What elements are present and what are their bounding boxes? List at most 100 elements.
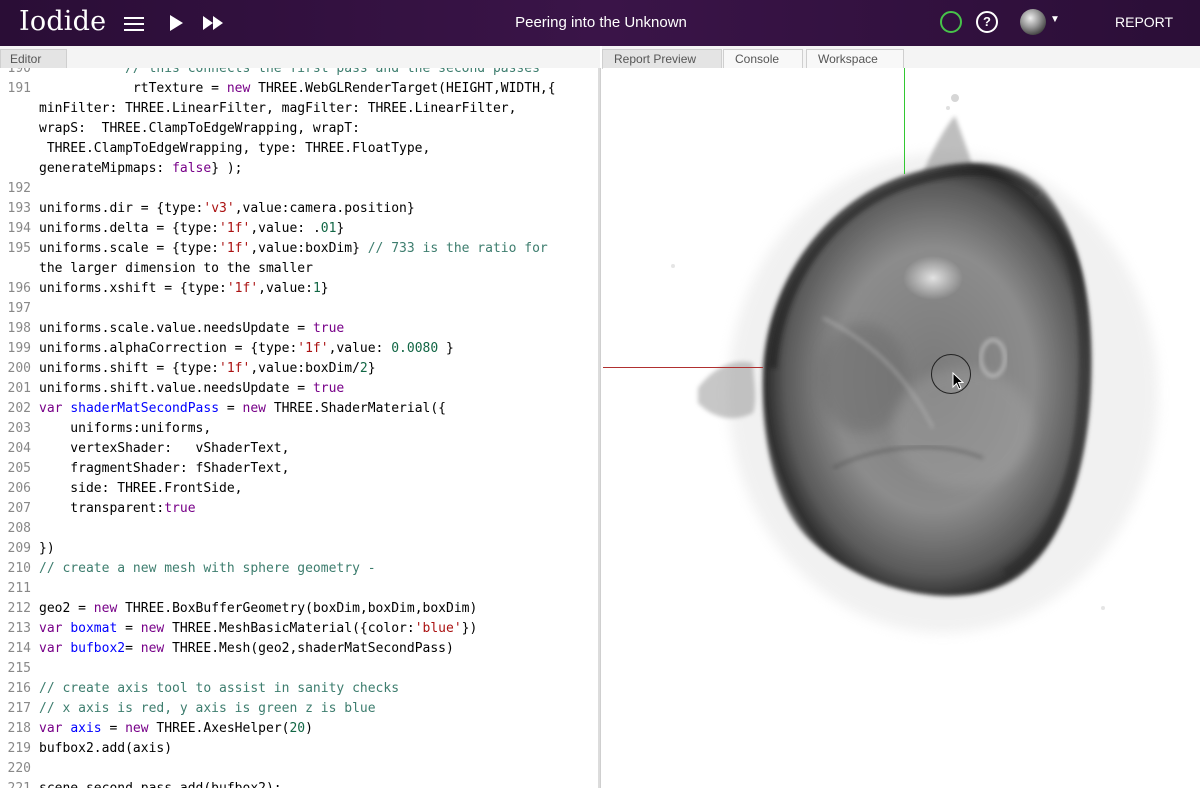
- code-text[interactable]: // x axis is red, y axis is green z is b…: [39, 699, 376, 719]
- line-number: 207: [7, 501, 31, 516]
- app-header: Iodide Peering into the Unknown ? ▼ REPO…: [0, 0, 1200, 46]
- code-text[interactable]: var shaderMatSecondPass = new THREE.Shad…: [39, 399, 446, 419]
- code-line[interactable]: 217 // x axis is red, y axis is green z i…: [0, 699, 600, 719]
- mouse-pointer-icon: [952, 372, 964, 390]
- code-line[interactable]: wrapS: THREE.ClampToEdgeWrapping, wrapT:: [0, 119, 600, 139]
- code-text[interactable]: minFilter: THREE.LinearFilter, magFilter…: [39, 99, 516, 119]
- code-text[interactable]: uniforms.shift = {type:'1f',value:boxDim…: [39, 359, 376, 379]
- code-line[interactable]: 211: [0, 579, 600, 599]
- code-line[interactable]: 204 vertexShader: vShaderText,: [0, 439, 600, 459]
- code-text[interactable]: }): [39, 539, 55, 559]
- code-line[interactable]: 203 uniforms:uniforms,: [0, 419, 600, 439]
- code-line[interactable]: 219 bufbox2.add(axis): [0, 739, 600, 759]
- code-line[interactable]: 197: [0, 299, 600, 319]
- code-line[interactable]: generateMipmaps: false} );: [0, 159, 600, 179]
- code-line[interactable]: THREE.ClampToEdgeWrapping, type: THREE.F…: [0, 139, 600, 159]
- report-preview[interactable]: [603, 68, 1200, 788]
- code-text[interactable]: uniforms.alphaCorrection = {type:'1f',va…: [39, 339, 454, 359]
- x-axis-helper: [603, 367, 763, 368]
- code-line[interactable]: 199 uniforms.alphaCorrection = {type:'1f'…: [0, 339, 600, 359]
- line-number: 204: [7, 441, 31, 456]
- chevron-down-icon[interactable]: ▼: [1050, 14, 1060, 25]
- code-line[interactable]: 218 var axis = new THREE.AxesHelper(20): [0, 719, 600, 739]
- code-text[interactable]: side: THREE.FrontSide,: [39, 479, 242, 499]
- code-text[interactable]: uniforms.scale.value.needsUpdate = true: [39, 319, 344, 339]
- code-text[interactable]: the larger dimension to the smaller: [39, 259, 313, 279]
- code-line[interactable]: 212 geo2 = new THREE.BoxBufferGeometry(bo…: [0, 599, 600, 619]
- code-text[interactable]: fragmentShader: fShaderText,: [39, 459, 289, 479]
- code-line[interactable]: 205 fragmentShader: fShaderText,: [0, 459, 600, 479]
- code-line[interactable]: 192: [0, 179, 600, 199]
- line-number: 190: [7, 68, 31, 76]
- line-number: 205: [7, 461, 31, 476]
- help-icon[interactable]: ?: [976, 11, 998, 33]
- tab-workspace[interactable]: Workspace: [806, 49, 904, 68]
- code-text[interactable]: THREE.ClampToEdgeWrapping, type: THREE.F…: [39, 139, 431, 159]
- line-number: 202: [7, 401, 31, 416]
- app-logo[interactable]: Iodide: [19, 6, 106, 37]
- hamburger-icon[interactable]: [124, 14, 144, 32]
- code-text[interactable]: var boxmat = new THREE.MeshBasicMaterial…: [39, 619, 477, 639]
- code-text[interactable]: uniforms.scale = {type:'1f',value:boxDim…: [39, 239, 548, 259]
- code-text[interactable]: wrapS: THREE.ClampToEdgeWrapping, wrapT:: [39, 119, 360, 139]
- code-line[interactable]: 194 uniforms.delta = {type:'1f',value: .0…: [0, 219, 600, 239]
- tab-report-preview[interactable]: Report Preview: [602, 49, 722, 68]
- fast-forward-icon[interactable]: [202, 14, 224, 32]
- code-text[interactable]: // create a new mesh with sphere geometr…: [39, 559, 376, 579]
- code-text[interactable]: uniforms.shift.value.needsUpdate = true: [39, 379, 344, 399]
- code-line[interactable]: 190 // this connects the first pass and …: [0, 68, 600, 79]
- code-line[interactable]: 210 // create a new mesh with sphere geom…: [0, 559, 600, 579]
- code-text[interactable]: // create axis tool to assist in sanity …: [39, 679, 399, 699]
- code-line[interactable]: 216 // create axis tool to assist in sani…: [0, 679, 600, 699]
- code-line[interactable]: 220: [0, 759, 600, 779]
- line-number: 215: [7, 661, 31, 676]
- code-text[interactable]: scene_second_pass.add(bufbox2);: [39, 779, 282, 788]
- code-text[interactable]: generateMipmaps: false} );: [39, 159, 243, 179]
- code-line[interactable]: 208: [0, 519, 600, 539]
- pane-divider[interactable]: [598, 68, 600, 788]
- code-line[interactable]: 201 uniforms.shift.value.needsUpdate = tr…: [0, 379, 600, 399]
- play-icon[interactable]: [168, 14, 184, 32]
- code-text[interactable]: bufbox2.add(axis): [39, 739, 172, 759]
- line-number: 198: [7, 321, 31, 336]
- code-text[interactable]: uniforms:uniforms,: [39, 419, 211, 439]
- volume-render[interactable]: [603, 68, 1200, 788]
- code-line[interactable]: 214 var bufbox2= new THREE.Mesh(geo2,shad…: [0, 639, 600, 659]
- code-line[interactable]: 200 uniforms.shift = {type:'1f',value:box…: [0, 359, 600, 379]
- code-line[interactable]: 202 var shaderMatSecondPass = new THREE.S…: [0, 399, 600, 419]
- report-button[interactable]: REPORT: [1115, 14, 1173, 30]
- line-number: 212: [7, 601, 31, 616]
- code-text[interactable]: vertexShader: vShaderText,: [39, 439, 289, 459]
- code-line[interactable]: 195 uniforms.scale = {type:'1f',value:box…: [0, 239, 600, 259]
- line-number: 221: [0, 779, 31, 788]
- code-text[interactable]: geo2 = new THREE.BoxBufferGeometry(boxDi…: [39, 599, 477, 619]
- code-line[interactable]: minFilter: THREE.LinearFilter, magFilter…: [0, 99, 600, 119]
- code-line[interactable]: 213 var boxmat = new THREE.MeshBasicMater…: [0, 619, 600, 639]
- code-line[interactable]: 207 transparent:true: [0, 499, 600, 519]
- code-text[interactable]: var axis = new THREE.AxesHelper(20): [39, 719, 313, 739]
- code-line[interactable]: 206 side: THREE.FrontSide,: [0, 479, 600, 499]
- code-text[interactable]: uniforms.delta = {type:'1f',value: .01}: [39, 219, 344, 239]
- code-line[interactable]: 209}): [0, 539, 600, 559]
- tab-console[interactable]: Console: [723, 49, 803, 68]
- code-line[interactable]: 198 uniforms.scale.value.needsUpdate = tr…: [0, 319, 600, 339]
- tab-editor[interactable]: Editor: [0, 49, 67, 68]
- code-line[interactable]: the larger dimension to the smaller: [0, 259, 600, 279]
- code-text[interactable]: rtTexture = new THREE.WebGLRenderTarget(…: [39, 79, 556, 99]
- code-text[interactable]: var bufbox2= new THREE.Mesh(geo2,shaderM…: [39, 639, 454, 659]
- line-number: 193: [7, 201, 31, 216]
- code-text[interactable]: uniforms.dir = {type:'v3',value:camera.p…: [39, 199, 415, 219]
- code-text[interactable]: uniforms.xshift = {type:'1f',value:1}: [39, 279, 329, 299]
- line-number: 200: [7, 361, 31, 376]
- notebook-title[interactable]: Peering into the Unknown: [490, 14, 712, 31]
- code-text[interactable]: // this connects the first pass and the …: [39, 68, 540, 79]
- code-line[interactable]: 215: [0, 659, 600, 679]
- line-number: 201: [7, 381, 31, 396]
- code-line[interactable]: 193 uniforms.dir = {type:'v3',value:camer…: [0, 199, 600, 219]
- code-line[interactable]: 221 scene_second_pass.add(bufbox2);: [0, 779, 600, 788]
- code-text[interactable]: transparent:true: [39, 499, 195, 519]
- code-editor[interactable]: 190 // this connects the first pass and …: [0, 68, 601, 788]
- code-line[interactable]: 196 uniforms.xshift = {type:'1f',value:1}: [0, 279, 600, 299]
- code-line[interactable]: 191 rtTexture = new THREE.WebGLRenderTar…: [0, 79, 600, 99]
- avatar[interactable]: [1020, 9, 1046, 35]
